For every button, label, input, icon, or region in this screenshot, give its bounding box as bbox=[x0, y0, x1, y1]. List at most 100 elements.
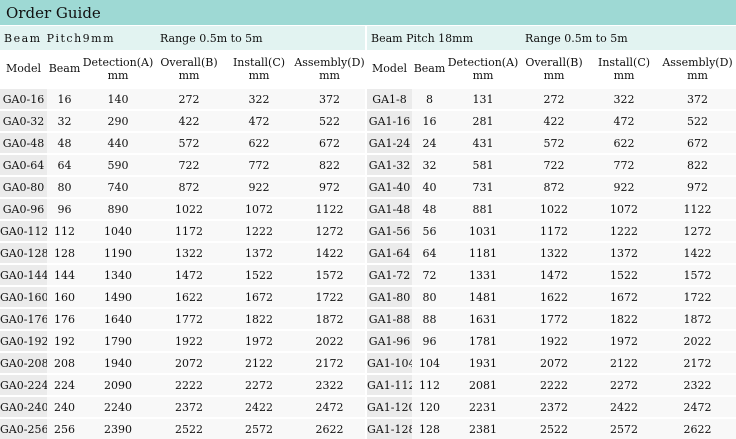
cell-assembly: 672 bbox=[659, 131, 736, 154]
cell-beam: 16 bbox=[412, 109, 448, 132]
section-label-right: Beam Pitch 18mm bbox=[367, 26, 520, 50]
cell-install: 1072 bbox=[589, 197, 660, 220]
cell-model: GA0-160 bbox=[0, 285, 47, 308]
cell-assembly: 2472 bbox=[659, 395, 736, 418]
cell-assembly: 522 bbox=[659, 109, 736, 132]
cell-detection: 740 bbox=[82, 175, 154, 198]
cell-detection: 431 bbox=[447, 131, 520, 154]
cell-beam: 176 bbox=[47, 307, 82, 330]
cell-overall: 2522 bbox=[519, 417, 590, 439]
cell-model: GA0-48 bbox=[0, 131, 47, 154]
cell-detection: 440 bbox=[82, 131, 154, 154]
cell-overall: 422 bbox=[154, 109, 224, 132]
cell-beam: 56 bbox=[412, 219, 448, 242]
cell-detection: 581 bbox=[447, 153, 520, 176]
cell-install: 1072 bbox=[224, 197, 294, 220]
header-beam: Beam bbox=[412, 50, 448, 88]
cell-beam: 48 bbox=[47, 131, 82, 154]
cell-assembly: 1722 bbox=[294, 285, 366, 308]
cell-detection: 1481 bbox=[447, 285, 520, 308]
cell-beam: 128 bbox=[47, 241, 82, 264]
cell-overall: 1472 bbox=[154, 263, 224, 286]
cell-detection: 1040 bbox=[82, 219, 154, 242]
cell-model: GA1-56 bbox=[367, 219, 413, 242]
cell-overall: 2072 bbox=[154, 351, 224, 374]
cell-assembly: 2322 bbox=[659, 373, 736, 396]
table-row: GA0-64 64 590 722 772 822 GA1-32 32 581 722 772 822 bbox=[0, 153, 736, 176]
cell-assembly: 672 bbox=[294, 131, 366, 154]
cell-beam: 32 bbox=[412, 153, 448, 176]
cell-beam: 32 bbox=[47, 109, 82, 132]
table-row: GA0-192 192 1790 1922 1972 2022 GA1-96 96 1781 19… bbox=[0, 329, 736, 352]
cell-install: 772 bbox=[589, 153, 660, 176]
cell-overall: 1922 bbox=[519, 329, 590, 352]
cell-beam: 112 bbox=[412, 373, 448, 396]
cell-beam: 160 bbox=[47, 285, 82, 308]
cell-install: 2572 bbox=[589, 417, 660, 439]
cell-model: GA0-128 bbox=[0, 241, 47, 264]
cell-model: GA0-32 bbox=[0, 109, 47, 132]
cell-model: GA0-80 bbox=[0, 175, 47, 198]
cell-overall: 272 bbox=[519, 87, 590, 110]
cell-assembly: 1122 bbox=[294, 197, 366, 220]
cell-assembly: 2322 bbox=[294, 373, 366, 396]
cell-detection: 1781 bbox=[447, 329, 520, 352]
table-row: GA0-160 160 1490 1622 1672 1722 GA1-80 80 1481 16… bbox=[0, 285, 736, 308]
cell-detection: 1331 bbox=[447, 263, 520, 286]
cell-detection: 2081 bbox=[447, 373, 520, 396]
cell-install: 1222 bbox=[589, 219, 660, 242]
table-row: GA0-80 80 740 872 922 972 GA1-40 40 731 872 922 972 bbox=[0, 175, 736, 198]
cell-model: GA1-40 bbox=[367, 175, 413, 198]
cell-detection: 2231 bbox=[447, 395, 520, 418]
cell-overall: 1772 bbox=[154, 307, 224, 330]
cell-detection: 2090 bbox=[82, 373, 154, 396]
cell-overall: 2372 bbox=[154, 395, 224, 418]
cell-overall: 2072 bbox=[519, 351, 590, 374]
cell-model: GA0-208 bbox=[0, 351, 47, 374]
cell-beam: 240 bbox=[47, 395, 82, 418]
cell-beam: 64 bbox=[47, 153, 82, 176]
cell-model: GA1-112 bbox=[367, 373, 413, 396]
cell-detection: 290 bbox=[82, 109, 154, 132]
header-beam: Beam bbox=[47, 50, 82, 88]
cell-install: 1672 bbox=[224, 285, 294, 308]
cell-install: 1972 bbox=[589, 329, 660, 352]
header-install: Install(C) mm bbox=[224, 50, 294, 88]
cell-overall: 1022 bbox=[154, 197, 224, 220]
cell-detection: 1790 bbox=[82, 329, 154, 352]
cell-model: GA1-88 bbox=[367, 307, 413, 330]
table-row: GA0-128 128 1190 1322 1372 1422 GA1-64 64 1181 13… bbox=[0, 241, 736, 264]
cell-assembly: 1422 bbox=[294, 241, 366, 264]
cell-install: 2122 bbox=[224, 351, 294, 374]
table-row: GA0-144 144 1340 1472 1522 1572 GA1-72 72 1331 14… bbox=[0, 263, 736, 286]
cell-overall: 2372 bbox=[519, 395, 590, 418]
cell-install: 1822 bbox=[224, 307, 294, 330]
cell-install: 472 bbox=[224, 109, 294, 132]
cell-assembly: 2172 bbox=[294, 351, 366, 374]
cell-beam: 144 bbox=[47, 263, 82, 286]
cell-install: 922 bbox=[589, 175, 660, 198]
cell-beam: 128 bbox=[412, 417, 448, 439]
cell-assembly: 1872 bbox=[659, 307, 736, 330]
cell-install: 472 bbox=[589, 109, 660, 132]
cell-install: 2272 bbox=[589, 373, 660, 396]
cell-beam: 64 bbox=[412, 241, 448, 264]
cell-beam: 256 bbox=[47, 417, 82, 439]
order-table: Beam Pitch9mm Range 0.5m to 5m Beam Pitc… bbox=[0, 26, 736, 439]
cell-detection: 281 bbox=[447, 109, 520, 132]
cell-model: GA0-192 bbox=[0, 329, 47, 352]
cell-detection: 2240 bbox=[82, 395, 154, 418]
cell-overall: 422 bbox=[519, 109, 590, 132]
cell-overall: 1172 bbox=[154, 219, 224, 242]
cell-model: GA1-120 bbox=[367, 395, 413, 418]
cell-model: GA0-144 bbox=[0, 263, 47, 286]
header-overall: Overall(B) mm bbox=[519, 50, 590, 88]
cell-beam: 48 bbox=[412, 197, 448, 220]
cell-beam: 208 bbox=[47, 351, 82, 374]
cell-install: 1222 bbox=[224, 219, 294, 242]
cell-install: 622 bbox=[224, 131, 294, 154]
cell-assembly: 2622 bbox=[294, 417, 366, 439]
cell-model: GA0-240 bbox=[0, 395, 47, 418]
cell-assembly: 1272 bbox=[294, 219, 366, 242]
cell-model: GA1-72 bbox=[367, 263, 413, 286]
